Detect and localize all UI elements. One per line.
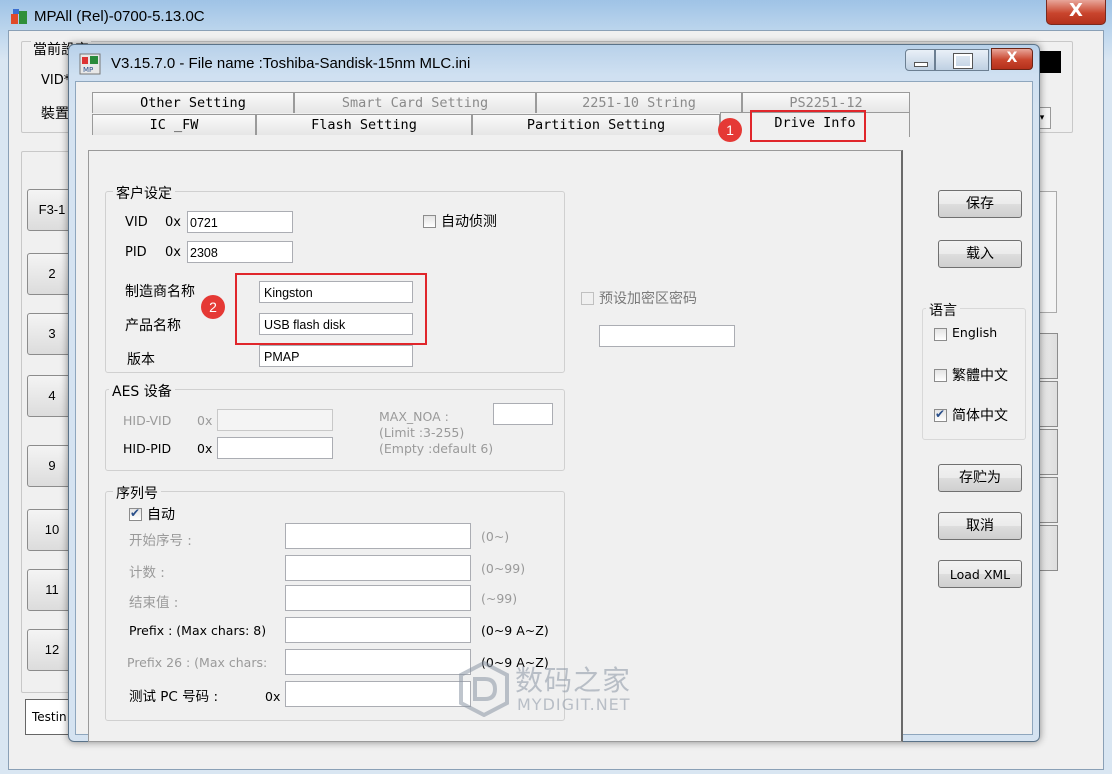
- minimize-button[interactable]: [905, 49, 935, 71]
- annotation-box-2: [235, 273, 427, 345]
- cancel-button[interactable]: 取消: [938, 512, 1022, 540]
- vid-label: VID*: [41, 73, 71, 88]
- version-label: 版本: [127, 352, 155, 368]
- save-as-button[interactable]: 存贮为: [938, 464, 1022, 492]
- device-label: 裝置: [41, 106, 69, 122]
- hid-vid-label: HID-VID: [123, 413, 172, 428]
- tab-flash-setting[interactable]: Flash Setting: [256, 114, 472, 135]
- test-pc-input[interactable]: [285, 681, 471, 707]
- hid-vid-prefix: 0x: [197, 413, 213, 428]
- language-simplified-checkbox[interactable]: [934, 407, 947, 422]
- preset-password-input[interactable]: [599, 325, 735, 347]
- tab-ic-fw[interactable]: IC _FW: [92, 114, 256, 135]
- prefix26-input[interactable]: [285, 649, 471, 675]
- serial-end-hint: (~99): [481, 591, 518, 606]
- right-panel-stub: [1037, 191, 1057, 313]
- serial-start-input[interactable]: [285, 523, 471, 549]
- serial-count-label: 计数 :: [129, 565, 165, 581]
- hid-pid-prefix: 0x: [197, 441, 213, 456]
- serial-end-input[interactable]: [285, 585, 471, 611]
- product-name-label: 产品名称: [125, 318, 181, 334]
- hid-pid-label: HID-PID: [123, 441, 172, 456]
- language-traditional-checkbox[interactable]: [934, 369, 947, 382]
- save-button[interactable]: 保存: [938, 190, 1022, 218]
- load-button[interactable]: 载入: [938, 240, 1022, 268]
- test-pc-prefix: 0x: [265, 689, 281, 704]
- prefix-label: Prefix : (Max chars: 8): [129, 623, 267, 638]
- load-xml-button[interactable]: Load XML: [938, 560, 1022, 588]
- vid-label: VID: [125, 215, 148, 230]
- watermark-en: MYDIGIT.NET: [517, 695, 631, 714]
- maximize-button[interactable]: [935, 49, 989, 71]
- hid-pid-input[interactable]: [217, 437, 333, 459]
- serial-start-hint: (0~): [481, 529, 510, 544]
- annotation-badge-2: 2: [201, 295, 225, 319]
- serial-auto-label: 自动: [147, 507, 175, 523]
- dialog-title: V3.15.7.0 - File name :Toshiba-Sandisk-1…: [111, 55, 471, 72]
- hid-vid-input[interactable]: [217, 409, 333, 431]
- settings-dialog: MP V3.15.7.0 - File name :Toshiba-Sandis…: [68, 44, 1040, 742]
- dialog-body: Other Setting Smart Card Setting 2251-10…: [75, 81, 1033, 742]
- language-simplified-label: 简体中文: [952, 408, 1008, 424]
- tab-partition-setting[interactable]: Partition Setting: [472, 114, 720, 135]
- slot-column: [21, 151, 73, 693]
- dialog-close-button[interactable]: X: [991, 48, 1033, 70]
- preset-password-label: 预设加密区密码: [599, 291, 697, 307]
- svg-text:MP: MP: [83, 66, 93, 74]
- max-noa-limit: (Limit :3-255): [379, 425, 465, 440]
- preset-password-checkbox[interactable]: [581, 292, 594, 305]
- customer-settings-title: 客户设定: [113, 183, 175, 203]
- max-noa-input[interactable]: [493, 403, 553, 425]
- aes-device-group: [105, 389, 565, 471]
- main-close-button[interactable]: X: [1046, 0, 1106, 25]
- auto-detect-checkbox[interactable]: [423, 215, 436, 228]
- serial-count-hint: (0~99): [481, 561, 526, 576]
- prefix-input[interactable]: [285, 617, 471, 643]
- manufacturer-label: 制造商名称: [125, 284, 195, 300]
- pid-prefix: 0x: [165, 245, 181, 260]
- max-noa-default: (Empty :default 6): [379, 441, 494, 456]
- pid-input[interactable]: 2308: [187, 241, 293, 263]
- aes-device-title: AES 设备: [109, 381, 175, 401]
- prefix26-label: Prefix 26 : (Max chars:: [127, 655, 268, 670]
- status-indicator: [1039, 51, 1061, 73]
- vid-prefix: 0x: [165, 215, 181, 230]
- annotation-badge-1: 1: [718, 118, 742, 142]
- version-input[interactable]: PMAP: [259, 345, 413, 367]
- watermark-cn: 数码之家: [515, 664, 632, 697]
- language-title: 语言: [926, 300, 960, 320]
- serial-auto-checkbox[interactable]: [129, 506, 142, 521]
- tab-other-setting[interactable]: Other Setting: [92, 92, 294, 113]
- dialog-app-icon: MP: [79, 53, 101, 75]
- main-window-title: MPAll (Rel)-0700-5.13.0C: [34, 8, 205, 25]
- serial-number-title: 序列号: [113, 483, 161, 503]
- annotation-box-1: [750, 110, 866, 142]
- tab-2251-10-string[interactable]: 2251-10 String: [536, 92, 742, 113]
- pid-label: PID: [125, 245, 147, 260]
- max-noa-label: MAX_NOA :: [379, 409, 449, 424]
- serial-end-label: 结束值 :: [129, 595, 179, 611]
- test-pc-label: 测试 PC 号码 :: [129, 689, 218, 705]
- watermark-logo-icon: [459, 661, 509, 717]
- language-traditional-label: 繁體中文: [952, 368, 1008, 384]
- serial-start-label: 开始序号 :: [129, 533, 192, 549]
- prefix-hint: (0~9 A~Z): [481, 623, 549, 638]
- language-english-checkbox[interactable]: [934, 328, 947, 341]
- app-icon: [11, 9, 27, 24]
- tab-smart-card-setting[interactable]: Smart Card Setting: [294, 92, 536, 113]
- serial-count-input[interactable]: [285, 555, 471, 581]
- language-english-label: English: [952, 325, 998, 340]
- vid-input[interactable]: 0721: [187, 211, 293, 233]
- drive-info-panel: 客户设定 VID 0x 0721 PID 0x 2308 自动侦测 制造商名称 …: [88, 150, 903, 742]
- auto-detect-label: 自动侦测: [441, 214, 497, 230]
